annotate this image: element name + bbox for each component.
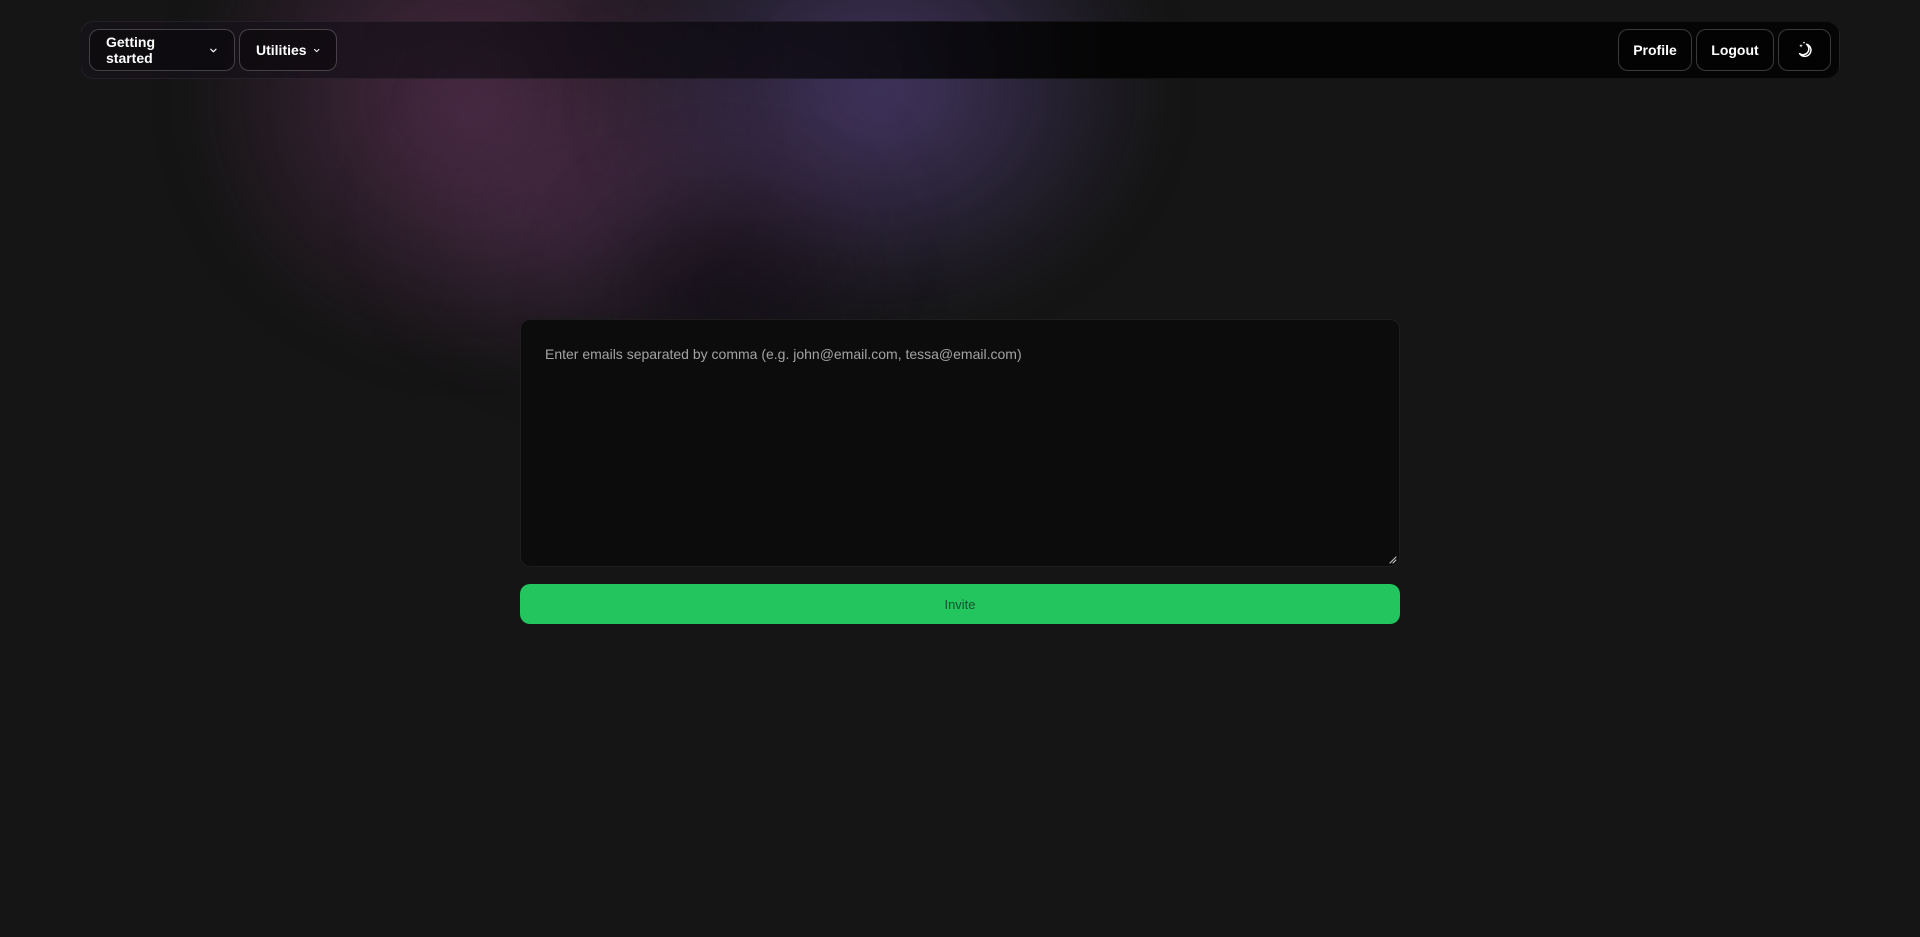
utilities-label: Utilities — [256, 42, 307, 58]
emails-placeholder: Enter emails separated by comma (e.g. jo… — [545, 346, 1022, 362]
theme-toggle-button[interactable] — [1778, 29, 1831, 71]
invite-button-label: Invite — [944, 596, 976, 612]
logout-button[interactable]: Logout — [1696, 29, 1774, 71]
invite-button[interactable]: Invite — [520, 584, 1400, 624]
nav-left-group: Getting started Utilities — [89, 29, 337, 71]
chevron-down-icon — [210, 48, 217, 52]
profile-label: Profile — [1633, 42, 1677, 58]
invite-form: Enter emails separated by comma (e.g. jo… — [520, 319, 1400, 624]
utilities-menu-button[interactable]: Utilities — [239, 29, 337, 71]
resize-handle-icon[interactable] — [1387, 554, 1397, 564]
chevron-down-icon — [313, 48, 319, 52]
top-navbar: Getting started Utilities Profile Logout — [80, 21, 1840, 79]
getting-started-label: Getting started — [106, 34, 155, 66]
nav-right-group: Profile Logout — [1618, 29, 1831, 71]
emails-textarea[interactable]: Enter emails separated by comma (e.g. jo… — [520, 319, 1400, 567]
getting-started-menu-button[interactable]: Getting started — [89, 29, 235, 71]
page: Getting started Utilities Profile Logout — [0, 0, 1920, 937]
profile-button[interactable]: Profile — [1618, 29, 1692, 71]
logout-label: Logout — [1711, 42, 1759, 58]
moon-stars-icon — [1798, 41, 1812, 58]
